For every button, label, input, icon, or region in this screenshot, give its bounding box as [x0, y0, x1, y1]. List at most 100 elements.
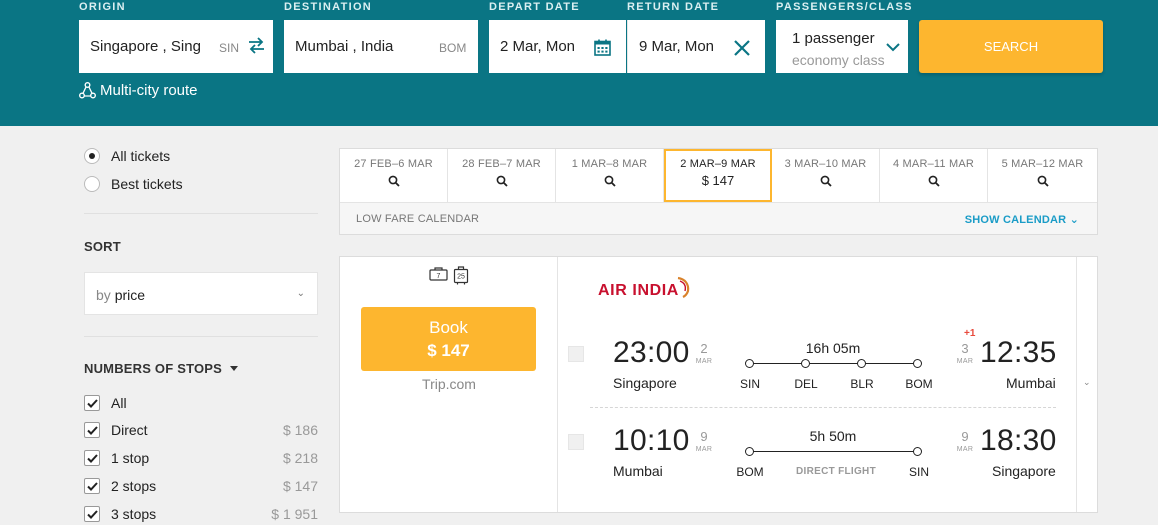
flight-result-card: 7 25 Book $ 147 Trip.com AIR INDIA 23:00…	[339, 256, 1098, 513]
departure-month: MAR	[695, 446, 713, 453]
stop-option-label: 2 stops	[111, 478, 157, 494]
passengers-class-label: PASSENGERS/CLASS	[776, 1, 913, 13]
search-icon	[1037, 175, 1049, 187]
stop-node	[913, 447, 922, 456]
checkbox-checked[interactable]	[84, 450, 100, 466]
date-range: 2 MAR–9 MAR	[680, 158, 756, 170]
airport-code: BOM	[736, 465, 764, 479]
select-leg-checkbox[interactable]	[568, 346, 584, 362]
best-tickets-option[interactable]: Best tickets	[84, 176, 183, 192]
date-option[interactable]: 3 MAR–10 MAR	[772, 149, 880, 202]
checked-baggage-icon: 25	[453, 266, 469, 285]
date-option[interactable]: 27 FEB–6 MAR	[340, 149, 448, 202]
departure-month: MAR	[695, 358, 713, 365]
date-range: 4 MAR–11 MAR	[892, 158, 975, 170]
stop-option-label: All	[111, 395, 127, 411]
depart-date-label: DEPART DATE	[489, 1, 580, 13]
date-option[interactable]: 1 MAR–8 MAR	[556, 149, 664, 202]
stop-option-price: $ 1 951	[271, 506, 318, 522]
book-price: $ 147	[427, 340, 470, 360]
date-option-selected[interactable]: 2 MAR–9 MAR $ 147	[664, 149, 772, 202]
check-icon	[86, 398, 98, 408]
arrival-day: 3	[961, 341, 969, 356]
checkbox-checked[interactable]	[84, 422, 100, 438]
all-tickets-label: All tickets	[111, 148, 171, 164]
stop-option-2-stops[interactable]: 2 stops $ 147	[84, 477, 318, 495]
chevron-down-icon: ⌄	[1083, 377, 1091, 387]
stop-option-3-stops[interactable]: 3 stops $ 1 951	[84, 505, 318, 523]
caret-down-icon	[230, 366, 239, 372]
search-button[interactable]: SEARCH	[919, 20, 1103, 73]
stop-node	[745, 447, 754, 456]
show-calendar-link[interactable]: SHOW CALENDAR ⌄	[965, 213, 1079, 226]
radio-selected[interactable]	[84, 148, 100, 164]
svg-text:7: 7	[437, 273, 441, 280]
origin-field[interactable]: Singapore , Sing SIN	[79, 20, 273, 73]
return-date-value: 9 Mar, Mon	[639, 38, 715, 55]
stops-title: NUMBERS OF STOPS	[84, 361, 223, 376]
check-icon	[86, 509, 98, 519]
departure-time: 10:10	[613, 424, 690, 457]
stop-option-price: $ 147	[282, 478, 318, 494]
stop-option-direct[interactable]: Direct $ 186	[84, 421, 318, 439]
radio-unselected[interactable]	[84, 176, 100, 192]
arrival-time: 18:30	[980, 424, 1057, 457]
agency-link[interactable]: Trip.com	[340, 376, 558, 392]
arrival-city: Singapore	[992, 463, 1056, 479]
flight-duration: 5h 50m	[809, 428, 857, 444]
search-header: ORIGIN DESTINATION DEPART DATE RETURN DA…	[0, 0, 1158, 126]
book-button[interactable]: Book $ 147	[361, 307, 536, 371]
stop-option-price: $ 186	[282, 422, 318, 438]
chevron-down-icon: ⌄	[296, 288, 305, 299]
checkbox-checked[interactable]	[84, 395, 100, 411]
departure-day: 2	[700, 341, 708, 356]
date-range: 28 FEB–7 MAR	[462, 158, 541, 170]
search-icon	[928, 175, 940, 187]
swap-icon[interactable]	[248, 37, 265, 54]
search-icon	[604, 175, 616, 187]
sort-title: SORT	[84, 239, 121, 254]
date-option[interactable]: 4 MAR–11 MAR	[880, 149, 988, 202]
select-leg-checkbox[interactable]	[568, 434, 584, 450]
close-icon[interactable]	[733, 39, 751, 57]
route-line	[750, 451, 918, 452]
book-label: Book	[429, 317, 468, 337]
airline-logo: AIR INDIA	[598, 276, 691, 305]
search-icon	[496, 175, 508, 187]
sort-select[interactable]: by price ⌄	[84, 272, 318, 315]
chevron-down-icon[interactable]	[886, 40, 900, 54]
flight-duration: 16h 05m	[805, 340, 861, 356]
stop-option-1-stop[interactable]: 1 stop $ 218	[84, 449, 318, 467]
stop-node	[857, 359, 866, 368]
airport-code: BLR	[850, 377, 874, 391]
leg-separator	[590, 407, 1056, 408]
stop-option-all[interactable]: All	[84, 394, 318, 412]
arrival-city: Mumbai	[1006, 375, 1056, 391]
arrival-month: MAR	[956, 446, 974, 453]
date-option[interactable]: 28 FEB–7 MAR	[448, 149, 556, 202]
date-option[interactable]: 5 MAR–12 MAR	[988, 149, 1097, 202]
date-range: 5 MAR–12 MAR	[1001, 158, 1084, 170]
booking-panel: 7 25 Book $ 147 Trip.com	[340, 257, 558, 512]
all-tickets-option[interactable]: All tickets	[84, 148, 170, 164]
date-range: 27 FEB–6 MAR	[354, 158, 433, 170]
stop-node	[801, 359, 810, 368]
expand-details-toggle[interactable]: ⌄	[1076, 257, 1098, 512]
date-price: $ 147	[701, 173, 735, 188]
checkbox-checked[interactable]	[84, 506, 100, 522]
svg-text:25: 25	[457, 274, 465, 281]
chevron-down-icon: ⌄	[1069, 214, 1079, 226]
departure-city: Mumbai	[613, 463, 663, 479]
departure-city: Singapore	[613, 375, 677, 391]
stop-option-label: 1 stop	[111, 450, 150, 466]
hand-luggage-icon: 7	[429, 267, 448, 281]
stop-option-price: $ 218	[282, 450, 318, 466]
stops-filter-header[interactable]: NUMBERS OF STOPS	[84, 361, 239, 376]
checkbox-checked[interactable]	[84, 478, 100, 494]
calendar-icon[interactable]	[594, 39, 611, 56]
airport-code: SIN	[908, 465, 929, 479]
passenger-count: 1 passenger	[792, 30, 875, 47]
destination-field[interactable]: Mumbai , India BOM	[284, 20, 478, 73]
multi-city-link[interactable]: Multi-city route	[79, 82, 198, 99]
destination-value: Mumbai , India	[295, 38, 394, 55]
